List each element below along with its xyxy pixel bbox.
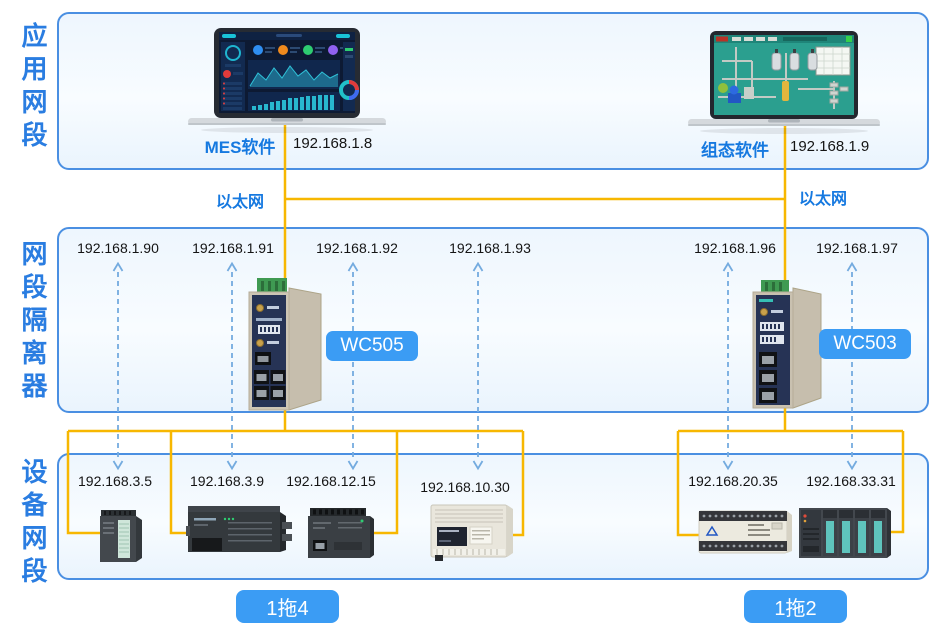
device-ip-1: 192.168.3.9 [179, 473, 275, 489]
plc-s7-200-image [186, 502, 292, 556]
isolator-segment-label: 网段隔离器 [20, 240, 46, 405]
scada-software-label: 组态软件 [694, 136, 776, 161]
wc505-badge: WC505 [326, 331, 418, 361]
isolator-ip-1: 192.168.1.91 [185, 240, 281, 256]
mes-laptop-image [188, 28, 386, 134]
isolator-ip-0: 192.168.1.90 [70, 240, 166, 256]
scada-laptop-image [688, 31, 880, 135]
device-ip-4: 192.168.20.35 [685, 473, 781, 489]
plc-delta-dvp-image [696, 507, 793, 557]
plc-mitsubishi-fx-image [427, 497, 515, 565]
network-topology-diagram: 应用网段 网段隔离器 设备网段 [0, 0, 939, 634]
wc503-gateway-image [743, 278, 829, 410]
mes-ip-label: 192.168.1.8 [293, 135, 372, 152]
device-segment-label: 设备网段 [20, 458, 46, 590]
plc-compact-controller-image [304, 506, 374, 562]
device-ip-5: 192.168.33.31 [803, 473, 899, 489]
wc505-gateway-image [241, 276, 329, 414]
ethernet-label-left: 以太网 [216, 188, 264, 212]
device-ip-2: 192.168.12.15 [283, 473, 379, 489]
isolator-ip-3: 192.168.1.93 [442, 240, 538, 256]
ethernet-label-right: 以太网 [799, 185, 847, 209]
mes-software-label: MES软件 [196, 133, 284, 158]
plc-siemens-module-image [96, 508, 146, 564]
ratio-badge-1-to-4: 1拖4 [236, 590, 339, 623]
ratio-badge-1-to-2: 1拖2 [744, 590, 847, 623]
device-ip-3: 192.168.10.30 [417, 479, 513, 495]
isolator-ip-5: 192.168.1.97 [809, 240, 905, 256]
isolator-ip-4: 192.168.1.96 [687, 240, 783, 256]
isolator-ip-2: 192.168.1.92 [309, 240, 405, 256]
wc503-badge: WC503 [819, 329, 911, 359]
scada-ip-label: 192.168.1.9 [790, 138, 869, 155]
device-ip-0: 192.168.3.5 [67, 473, 163, 489]
plc-s7-300-rack-image [797, 504, 891, 562]
app-segment-label: 应用网段 [20, 22, 46, 154]
